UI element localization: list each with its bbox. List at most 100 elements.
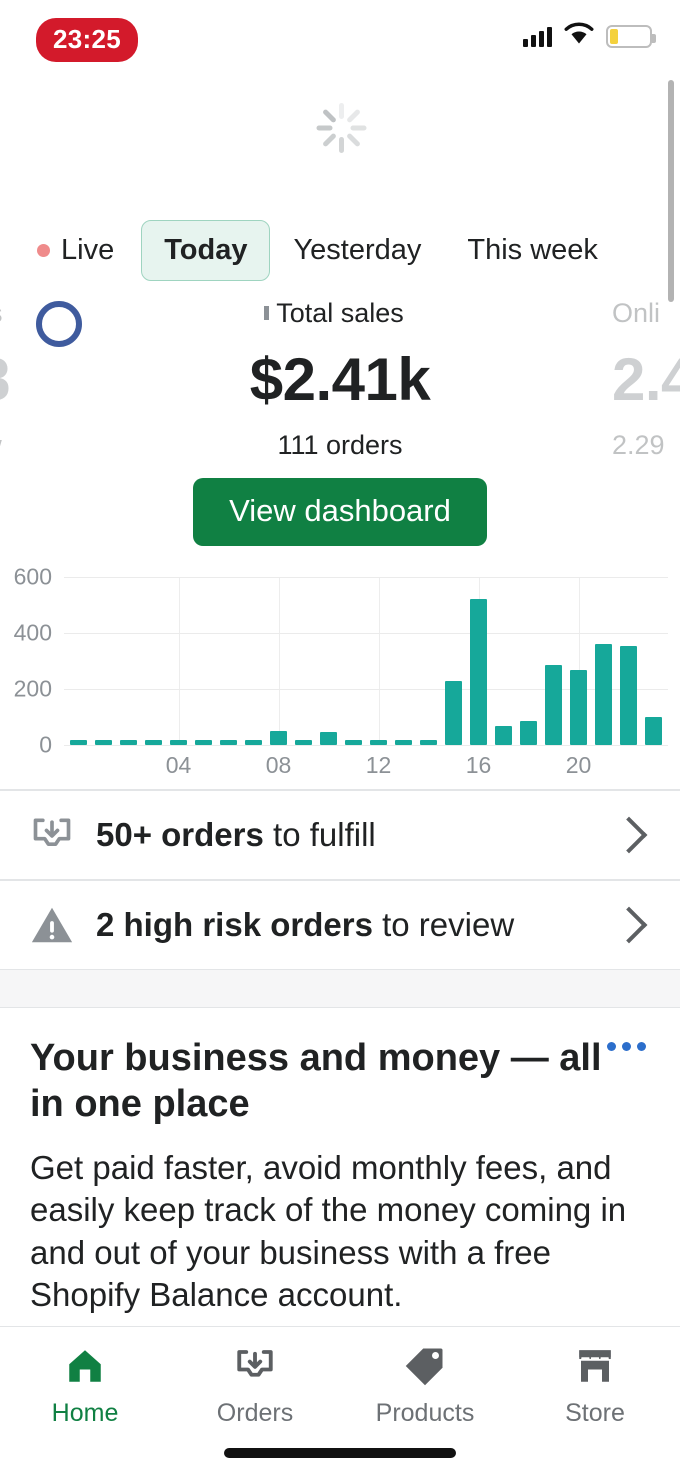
- promo-partial-mark: [264, 306, 269, 320]
- chart-bar-slot[interactable]: [366, 577, 391, 745]
- tab-this-week[interactable]: This week: [444, 220, 621, 281]
- chart-bar-slot[interactable]: [341, 577, 366, 745]
- chart-bar[interactable]: [320, 731, 337, 745]
- metric-card-total-sales[interactable]: Total sales $2.41k 111 orders: [90, 300, 590, 461]
- time-range-tabs: Live Today Yesterday This week: [0, 214, 680, 286]
- chart-bar-slot[interactable]: [241, 577, 266, 745]
- chart-bar[interactable]: [220, 740, 237, 745]
- status-indicators: [523, 22, 656, 50]
- chart-bar[interactable]: [270, 731, 287, 745]
- chart-bar[interactable]: [70, 740, 87, 745]
- metric-value: 18: [0, 345, 102, 414]
- chart-bar-slot[interactable]: [266, 577, 291, 745]
- chart-bar[interactable]: [245, 740, 262, 745]
- nav-item-store[interactable]: Store: [510, 1327, 680, 1472]
- hourly-sales-bar-chart[interactable]: 0 200 400 600 04 08 12 16 20: [0, 560, 680, 785]
- chart-bar[interactable]: [595, 643, 612, 745]
- chart-bar-slot[interactable]: [541, 577, 566, 745]
- chart-bar[interactable]: [495, 725, 512, 745]
- chart-bar-slot[interactable]: [441, 577, 466, 745]
- chart-bar[interactable]: [145, 740, 162, 745]
- promo-partial-icon: [36, 301, 82, 347]
- orders-inbox-download-icon: [234, 1343, 276, 1389]
- metric-carousel[interactable]: itors 18 now Total sales $2.41k 111 orde…: [0, 300, 680, 468]
- chart-bar-slot[interactable]: [516, 577, 541, 745]
- chart-bar[interactable]: [645, 717, 662, 745]
- tab-label: Live: [61, 233, 115, 266]
- chart-x-axis-label: 20: [565, 752, 592, 778]
- recording-time-pill[interactable]: 23:25: [36, 18, 138, 62]
- cellular-signal-icon: [523, 25, 552, 47]
- chart-bar[interactable]: [95, 740, 112, 745]
- metric-value: 2.4: [612, 346, 680, 413]
- dashboard-button-wrap: View dashboard: [0, 478, 680, 546]
- status-bar: 23:25: [0, 0, 680, 76]
- tab-today[interactable]: Today: [141, 219, 271, 281]
- chart-bar[interactable]: [420, 740, 437, 745]
- tab-label: Today: [164, 233, 248, 266]
- chevron-right-icon[interactable]: [610, 906, 648, 944]
- tab-label: This week: [467, 233, 598, 266]
- metric-value: $2.41k: [249, 346, 431, 413]
- metric-title: Total sales: [276, 300, 404, 328]
- chart-bar[interactable]: [295, 740, 312, 745]
- promo-title: Your business and money — all in one pla…: [30, 1037, 602, 1125]
- chart-bar-slot[interactable]: [116, 577, 141, 745]
- chart-bar-slot[interactable]: [166, 577, 191, 745]
- storefront-icon: [574, 1343, 616, 1389]
- chart-bar-slot[interactable]: [91, 577, 116, 745]
- chart-bar-slot[interactable]: [391, 577, 416, 745]
- home-indicator-bar: [224, 1448, 456, 1458]
- chart-bar[interactable]: [520, 720, 537, 745]
- tab-yesterday[interactable]: Yesterday: [270, 220, 444, 281]
- chart-bar-slot[interactable]: [591, 577, 616, 745]
- orders-inbox-download-icon: [26, 809, 78, 861]
- chart-bar[interactable]: [470, 599, 487, 745]
- nav-label: Home: [51, 1399, 119, 1427]
- action-row-orders-to-fulfill[interactable]: 50+ orders to fulfill: [0, 790, 680, 880]
- chevron-right-icon[interactable]: [610, 816, 648, 854]
- tab-label: Yesterday: [293, 233, 422, 266]
- metric-title: Onli: [612, 300, 661, 328]
- nav-item-home[interactable]: Home: [0, 1327, 170, 1472]
- chart-x-axis-label: 04: [165, 752, 192, 778]
- view-dashboard-button[interactable]: View dashboard: [193, 478, 487, 546]
- chart-bar-slot[interactable]: [216, 577, 241, 745]
- chart-bar[interactable]: [370, 740, 387, 745]
- more-options-icon[interactable]: [599, 1034, 654, 1059]
- chart-bar-slot[interactable]: [291, 577, 316, 745]
- tab-live[interactable]: Live: [14, 220, 137, 281]
- chart-bar[interactable]: [395, 740, 412, 745]
- product-tag-icon: [404, 1343, 446, 1389]
- chart-bar[interactable]: [545, 665, 562, 745]
- chart-bar-slot[interactable]: [191, 577, 216, 745]
- chart-bar-slot[interactable]: [66, 577, 91, 745]
- chart-y-axis-label: 600: [13, 563, 52, 590]
- chart-bar-slot[interactable]: [416, 577, 441, 745]
- chart-bar[interactable]: [120, 740, 137, 745]
- chart-bar-slot[interactable]: [566, 577, 591, 745]
- chart-bar-slot[interactable]: [316, 577, 341, 745]
- action-row-high-risk-orders[interactable]: 2 high risk orders to review: [0, 880, 680, 970]
- chart-bar-slot[interactable]: [616, 577, 641, 745]
- chart-bar[interactable]: [570, 669, 587, 745]
- chart-bar-slot[interactable]: [466, 577, 491, 745]
- promo-card-shopify-balance[interactable]: Your business and money — all in one pla…: [0, 1008, 680, 1338]
- live-indicator-dot: [37, 243, 50, 257]
- metric-card-online-store[interactable]: Onli 2.4 2.29: [612, 300, 680, 461]
- chart-bar[interactable]: [620, 645, 637, 745]
- chart-bar[interactable]: [170, 740, 187, 745]
- loading-spinner-icon: [313, 100, 369, 156]
- chart-bar[interactable]: [445, 681, 462, 745]
- chart-bar-slot[interactable]: [491, 577, 516, 745]
- nav-label: Store: [565, 1399, 625, 1427]
- chart-bar-slot[interactable]: [641, 577, 666, 745]
- chart-y-axis-label: 400: [13, 619, 52, 646]
- metric-subtext: 2.29: [612, 430, 665, 460]
- action-row-rest: to review: [372, 906, 515, 943]
- chart-bar[interactable]: [195, 740, 212, 745]
- chart-bar[interactable]: [345, 740, 362, 745]
- battery-low-icon: [606, 24, 656, 48]
- action-row-rest: to fulfill: [263, 816, 376, 853]
- chart-bar-slot[interactable]: [141, 577, 166, 745]
